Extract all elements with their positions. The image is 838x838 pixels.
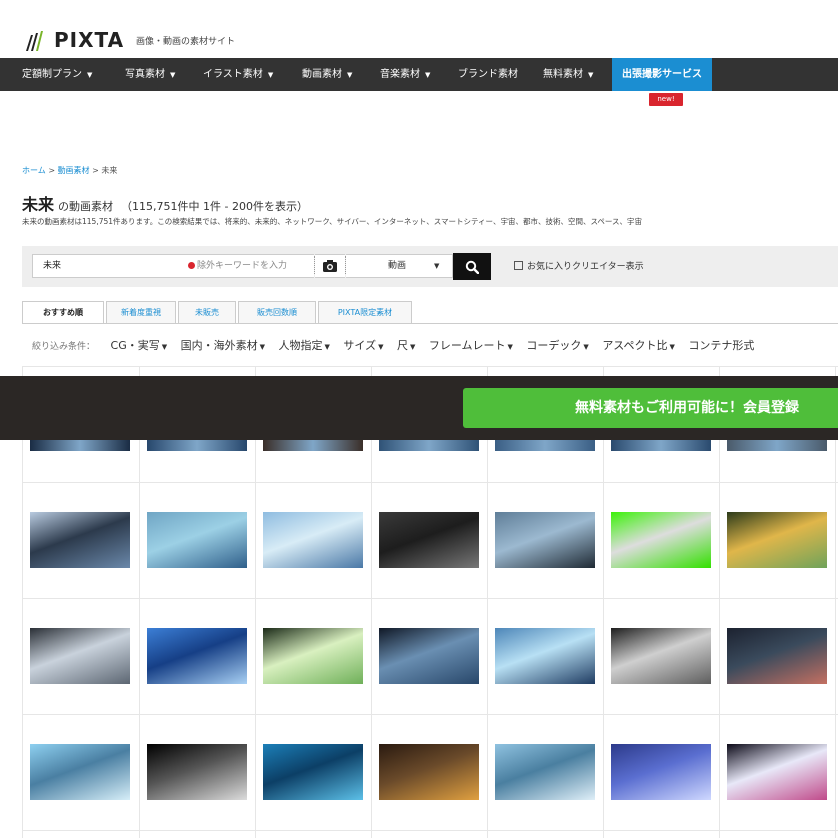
video-thumbnail[interactable] (495, 628, 595, 684)
video-thumbnail[interactable] (727, 440, 827, 451)
video-thumbnail[interactable] (727, 744, 827, 800)
logo-text[interactable]: PIXTA (54, 28, 124, 52)
video-thumbnail[interactable] (379, 512, 479, 568)
breadcrumb-separator: > (48, 166, 56, 175)
tab-sales-count[interactable]: 販売回数順 (238, 301, 316, 323)
search-button[interactable] (453, 253, 491, 280)
page-title: 未来 の動画素材 （115,751件中 1件 - 200件を表示） (22, 191, 308, 215)
tab-recommended[interactable]: おすすめ順 (22, 301, 104, 324)
favorite-creator-label: お気に入りクリエイター表示 (527, 262, 644, 272)
video-thumbnail[interactable] (727, 628, 827, 684)
tab-pixta-exclusive[interactable]: PIXTA限定素材 (318, 301, 412, 323)
video-thumbnail[interactable] (611, 628, 711, 684)
pixta-logo-icon[interactable] (22, 29, 46, 53)
nav-item-brand[interactable]: ブランド素材 (458, 58, 518, 91)
video-thumbnail[interactable] (263, 440, 363, 451)
video-thumbnail[interactable] (495, 440, 595, 451)
video-thumbnail[interactable] (30, 628, 130, 684)
filter-bar: 絞り込み条件： CG・実写 ▼ 国内・海外素材 ▼ 人物指定 ▼ サイズ ▼ 尺 ▼ フレ… (32, 337, 764, 353)
tab-newest[interactable]: 新着度重視 (106, 301, 176, 323)
checkbox-icon[interactable] (514, 261, 523, 270)
video-thumbnail[interactable] (495, 512, 595, 568)
filter-codec[interactable]: コーデック ▼ (526, 339, 588, 352)
chevron-down-icon: ▼ (434, 262, 440, 270)
signup-banner-button[interactable]: 無料素材もご利用可能に！会員登録 (463, 388, 838, 428)
grid-divider (22, 830, 838, 831)
filter-domestic-overseas[interactable]: 国内・海外素材 ▼ (181, 339, 265, 352)
filter-cg-live[interactable]: CG・実写 ▼ (111, 339, 168, 352)
breadcrumb-separator: > (92, 166, 99, 175)
video-thumbnail[interactable] (263, 744, 363, 800)
breadcrumb-current: 未来 (101, 166, 118, 175)
nav-item-video[interactable]: 動画素材 ▼ (302, 58, 352, 91)
video-thumbnail[interactable] (147, 512, 247, 568)
search-keyword-title: 未来 (22, 195, 55, 214)
video-thumbnail[interactable] (30, 512, 130, 568)
signup-banner: 無料素材もご利用可能に！会員登録 (0, 376, 838, 440)
main-nav: 定額制プラン ▼ 写真素材 ▼ イラスト素材 ▼ 動画素材 ▼ 音楽素材 ▼ ブランド素材… (0, 58, 838, 91)
new-badge: new! (649, 93, 683, 106)
camera-search-button[interactable] (315, 254, 345, 278)
nav-item-free[interactable]: 無料素材 ▼ (543, 58, 593, 91)
filter-size[interactable]: サイズ ▼ (343, 339, 383, 352)
nav-item-music[interactable]: 音楽素材 ▼ (380, 58, 430, 91)
grid-divider (22, 714, 838, 715)
search-icon (465, 260, 479, 274)
video-thumbnail[interactable] (611, 744, 711, 800)
nav-item-photo[interactable]: 写真素材 ▼ (125, 58, 175, 91)
tab-underline (22, 323, 838, 324)
video-thumbnail[interactable] (263, 628, 363, 684)
media-type-value: 動画 (388, 261, 407, 271)
video-thumbnail[interactable] (30, 744, 130, 800)
filter-label: 絞り込み条件： (32, 342, 96, 352)
result-count: （115,751件中 1件 - 200件を表示） (121, 200, 308, 213)
video-thumbnail[interactable] (30, 440, 130, 451)
video-thumbnail[interactable] (147, 744, 247, 800)
nav-item-illustration[interactable]: イラスト素材 ▼ (203, 58, 273, 91)
filter-frame-rate[interactable]: フレームレート ▼ (429, 339, 513, 352)
video-thumbnail[interactable] (379, 744, 479, 800)
breadcrumb-video[interactable]: 動画素材 (58, 166, 90, 175)
media-type-select[interactable]: 動画 ▼ (346, 254, 453, 278)
video-thumbnail[interactable] (495, 744, 595, 800)
video-thumbnail[interactable] (727, 512, 827, 568)
breadcrumb: ホーム > 動画素材 > 未来 (22, 165, 117, 176)
video-thumbnail[interactable] (611, 512, 711, 568)
grid-divider (22, 598, 838, 599)
grid-divider (22, 366, 838, 367)
favorite-creator-toggle[interactable]: お気に入りクリエイター表示 (514, 259, 644, 272)
title-suffix: の動画素材 (58, 200, 114, 213)
video-thumbnail[interactable] (147, 440, 247, 451)
tab-unsold[interactable]: 未販売 (178, 301, 236, 323)
video-thumbnail[interactable] (147, 628, 247, 684)
search-panel: 未来 除外キーワードを入力 動画 ▼ お気に入りクリエイター表示 (22, 246, 838, 287)
result-description: 未来の動画素材は115,751件あります。この検索結果では、将来的、未来的、ネッ… (22, 217, 643, 226)
header: PIXTA 画像・動画の素材サイト (0, 0, 838, 58)
video-thumbnail[interactable] (263, 512, 363, 568)
exclude-input[interactable]: 除外キーワードを入力 (188, 254, 314, 278)
grid-divider (22, 482, 838, 483)
nav-item-subscription[interactable]: 定額制プラン ▼ (22, 58, 92, 91)
breadcrumb-home[interactable]: ホーム (22, 166, 46, 175)
nav-item-photoshoot-service[interactable]: 出張撮影サービス (612, 58, 712, 91)
camera-icon (323, 260, 337, 272)
video-thumbnail[interactable] (611, 440, 711, 451)
filter-people[interactable]: 人物指定 ▼ (279, 339, 330, 352)
video-thumbnail[interactable] (379, 628, 479, 684)
tagline: 画像・動画の素材サイト (136, 37, 236, 47)
filter-container-format[interactable]: コンテナ形式 (688, 339, 754, 352)
filter-duration[interactable]: 尺 ▼ (397, 339, 415, 352)
exclude-icon (188, 262, 195, 269)
video-thumbnail[interactable] (379, 440, 479, 451)
filter-aspect-ratio[interactable]: アスペクト比 ▼ (602, 339, 675, 352)
exclude-placeholder: 除外キーワードを入力 (197, 261, 288, 271)
